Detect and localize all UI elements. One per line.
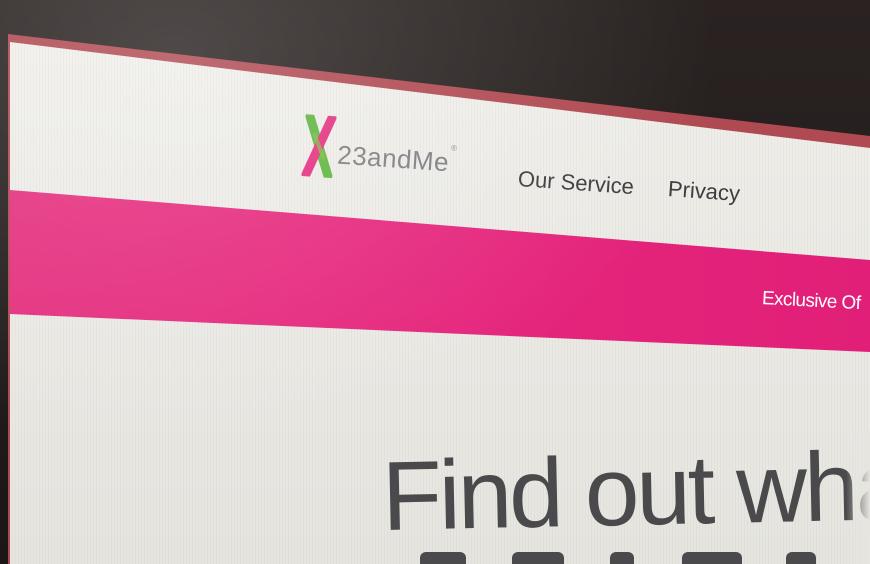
nav-link-privacy[interactable]: Privacy: [667, 176, 741, 207]
logo-text: 23andMe: [336, 139, 451, 178]
logo-wordmark: 23andMe®: [336, 140, 457, 179]
headline-edge-fade: [846, 430, 870, 564]
chromosome-x-icon: [301, 114, 337, 179]
hero-subline-fragment: [420, 548, 870, 564]
site-logo[interactable]: 23andMe®: [300, 114, 459, 187]
nav-privacy[interactable]: Privacy: [667, 176, 741, 207]
registered-mark: ®: [450, 143, 458, 153]
hero-headline: Find out what y: [380, 428, 870, 551]
photo-stage: 23andMe® Our Service Privacy Exclusive O…: [0, 0, 870, 564]
